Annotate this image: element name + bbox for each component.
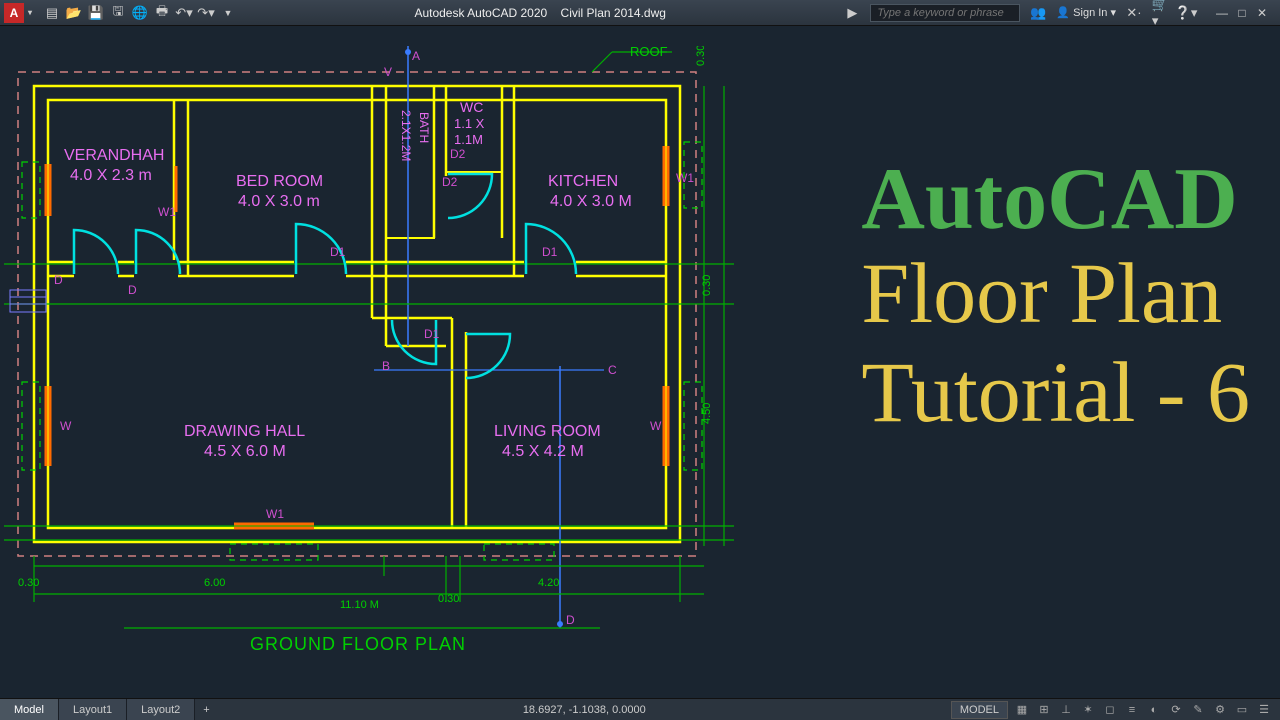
- svg-text:4.50: 4.50: [701, 403, 713, 424]
- grid-icon[interactable]: ▦: [1014, 702, 1030, 718]
- polar-icon[interactable]: ✶: [1080, 702, 1096, 718]
- svg-text:4.0 X 2.3 m: 4.0 X 2.3 m: [70, 167, 152, 184]
- verandah-label: VERANDHAH: [64, 147, 164, 164]
- window-title: Autodesk AutoCAD 2020 Civil Plan 2014.dw…: [236, 6, 844, 20]
- close-button[interactable]: ✕: [1254, 6, 1270, 20]
- cart-icon[interactable]: 🛒▾: [1152, 5, 1168, 21]
- minimize-button[interactable]: —: [1214, 6, 1230, 20]
- annotation-icon[interactable]: ✎: [1190, 702, 1206, 718]
- status-bar: Model Layout1 Layout2 + 18.6927, -1.1038…: [0, 698, 1280, 720]
- svg-text:BED ROOM: BED ROOM: [236, 173, 323, 190]
- svg-text:4.5 X 4.2 M: 4.5 X 4.2 M: [502, 443, 584, 460]
- save-icon[interactable]: 💾: [88, 5, 104, 21]
- svg-text:W1: W1: [158, 205, 176, 219]
- svg-text:A: A: [412, 49, 420, 63]
- svg-text:WC: WC: [460, 99, 483, 115]
- redo-icon[interactable]: ↷▾: [198, 5, 214, 21]
- title-right-tools: ▶ 👥 👤 Sign In ▾ ✕· 🛒▾ ❔▾ — □ ✕: [844, 4, 1270, 22]
- svg-text:D1: D1: [330, 245, 346, 259]
- svg-text:W: W: [60, 419, 72, 433]
- sign-in-label: Sign In: [1073, 7, 1107, 19]
- svg-text:4.0 X 3.0 m: 4.0 X 3.0 m: [238, 193, 320, 210]
- search-input[interactable]: [870, 4, 1020, 22]
- tab-add-button[interactable]: +: [195, 699, 217, 720]
- lineweight-icon[interactable]: ≡: [1124, 702, 1140, 718]
- customize-icon[interactable]: ☰: [1256, 702, 1272, 718]
- svg-text:DRAWING HALL: DRAWING HALL: [184, 423, 305, 440]
- search-arrow-icon[interactable]: ▶: [844, 5, 860, 21]
- overlay-line1: AutoCAD: [861, 156, 1250, 244]
- svg-text:D: D: [54, 273, 63, 287]
- maximize-button[interactable]: □: [1234, 6, 1250, 20]
- svg-text:D2: D2: [450, 147, 466, 161]
- svg-text:0.30: 0.30: [701, 275, 713, 296]
- ortho-icon[interactable]: ⊥: [1058, 702, 1074, 718]
- svg-text:KITCHEN: KITCHEN: [548, 173, 618, 190]
- svg-text:W: W: [650, 419, 662, 433]
- svg-text:D: D: [566, 613, 575, 627]
- svg-text:0.30: 0.30: [18, 577, 39, 589]
- status-right-tools: MODEL ▦ ⊞ ⊥ ✶ ◻ ≡ ◐ ⟳ ✎ ⚙ ▭ ☰: [951, 701, 1280, 719]
- svg-text:GROUND FLOOR PLAN: GROUND FLOOR PLAN: [250, 634, 466, 654]
- overlay-line2: Floor Plan: [861, 244, 1250, 343]
- saveas-icon[interactable]: 🖫: [110, 5, 126, 21]
- exchange-icon[interactable]: ✕·: [1126, 5, 1142, 21]
- svg-text:W1: W1: [676, 171, 694, 185]
- svg-text:4.0 X 3.0 M: 4.0 X 3.0 M: [550, 193, 632, 210]
- svg-text:B: B: [382, 359, 390, 373]
- window-controls: — □ ✕: [1214, 6, 1270, 20]
- drawing-canvas[interactable]: VERANDHAH 4.0 X 2.3 m BED ROOM 4.0 X 3.0…: [0, 26, 1280, 698]
- web-icon[interactable]: 🌐: [132, 5, 148, 21]
- svg-text:4.20: 4.20: [538, 577, 559, 589]
- quick-access-toolbar: ▤ 📂 💾 🖫 🌐 🖶 ↶▾ ↷▾ ▼: [44, 5, 236, 21]
- cycling-icon[interactable]: ⟳: [1168, 702, 1184, 718]
- snap-icon[interactable]: ⊞: [1036, 702, 1052, 718]
- plot-icon[interactable]: 🖶: [154, 5, 170, 21]
- svg-text:BATH: BATH: [417, 112, 431, 143]
- svg-text:LIVING ROOM: LIVING ROOM: [494, 423, 601, 440]
- coordinate-readout: 18.6927, -1.1038, 0.0000: [218, 704, 951, 716]
- floor-plan-drawing: VERANDHAH 4.0 X 2.3 m BED ROOM 4.0 X 3.0…: [4, 46, 734, 696]
- help-icon[interactable]: ❔▾: [1178, 5, 1194, 21]
- tab-layout2[interactable]: Layout2: [127, 699, 195, 720]
- layout-tabs: Model Layout1 Layout2 +: [0, 699, 218, 720]
- tutorial-title-overlay: AutoCAD Floor Plan Tutorial - 6: [861, 156, 1250, 442]
- title-bar: A ▤ 📂 💾 🖫 🌐 🖶 ↶▾ ↷▾ ▼ Autodesk AutoCAD 2…: [0, 0, 1280, 26]
- svg-text:0.30: 0.30: [695, 46, 707, 66]
- tab-model[interactable]: Model: [0, 699, 59, 720]
- svg-text:C: C: [608, 363, 617, 377]
- overlay-line3: Tutorial - 6: [861, 343, 1250, 442]
- transparency-icon[interactable]: ◐: [1146, 702, 1162, 718]
- new-icon[interactable]: ▤: [44, 5, 60, 21]
- model-space-button[interactable]: MODEL: [951, 701, 1008, 719]
- svg-text:D2: D2: [442, 175, 458, 189]
- tab-layout1[interactable]: Layout1: [59, 699, 127, 720]
- account-icon[interactable]: 👥: [1030, 5, 1046, 21]
- osnap-icon[interactable]: ◻: [1102, 702, 1118, 718]
- workspace-icon[interactable]: ⚙: [1212, 702, 1228, 718]
- svg-text:ROOF: ROOF: [630, 46, 668, 59]
- svg-text:1.1 X: 1.1 X: [454, 116, 485, 131]
- svg-text:W1: W1: [266, 507, 284, 521]
- svg-text:D1: D1: [424, 327, 440, 341]
- svg-text:0.30: 0.30: [438, 593, 459, 605]
- clean-screen-icon[interactable]: ▭: [1234, 702, 1250, 718]
- undo-icon[interactable]: ↶▾: [176, 5, 192, 21]
- sign-in-link[interactable]: 👤 Sign In ▾: [1056, 6, 1116, 19]
- svg-text:2.1X1.2M: 2.1X1.2M: [399, 110, 413, 161]
- svg-text:11.10 M: 11.10 M: [340, 599, 379, 611]
- svg-text:4.5 X 6.0 M: 4.5 X 6.0 M: [204, 443, 286, 460]
- app-logo-icon[interactable]: A: [4, 3, 24, 23]
- open-icon[interactable]: 📂: [66, 5, 82, 21]
- svg-text:6.00: 6.00: [204, 577, 225, 589]
- svg-text:D: D: [128, 283, 137, 297]
- svg-text:V: V: [384, 65, 392, 79]
- qat-dropdown-icon[interactable]: ▼: [220, 5, 236, 21]
- svg-text:D1: D1: [542, 245, 558, 259]
- file-name: Civil Plan 2014.dwg: [561, 6, 666, 20]
- app-name: Autodesk AutoCAD 2020: [414, 6, 547, 20]
- svg-text:1.1M: 1.1M: [454, 132, 483, 147]
